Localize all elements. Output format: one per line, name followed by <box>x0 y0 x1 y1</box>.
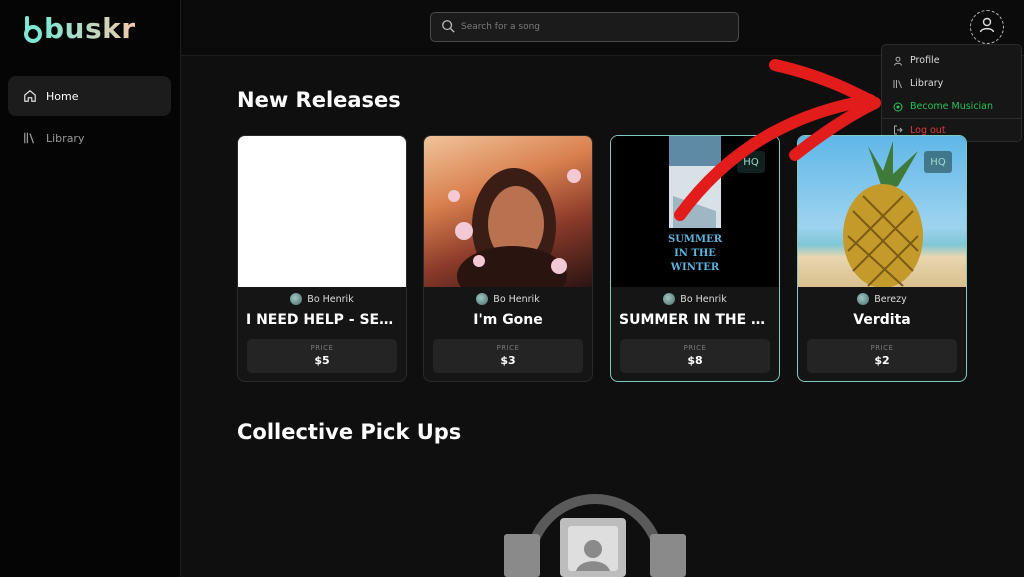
hq-badge: HQ <box>924 151 952 173</box>
price-box[interactable]: PRICE $8 <box>620 339 770 373</box>
release-card[interactable]: HQ Berezy Verdita PRICE $2 <box>797 135 967 382</box>
cover-image <box>238 136 406 287</box>
price-value: $3 <box>500 354 516 367</box>
card-artist[interactable]: Bo Henrik <box>611 293 779 305</box>
menu-item-label: Log out <box>910 124 946 136</box>
artist-name: Berezy <box>874 293 907 305</box>
artist-name: Bo Henrik <box>680 293 727 305</box>
price-box[interactable]: PRICE $2 <box>807 339 957 373</box>
card-artist[interactable]: Bo Henrik <box>424 293 592 305</box>
menu-item-library[interactable]: Library <box>882 72 1021 95</box>
sidebar-item-library[interactable]: Library <box>8 118 171 158</box>
library-icon <box>22 130 38 146</box>
search-bar[interactable] <box>430 12 739 42</box>
artist-avatar <box>476 293 489 305</box>
menu-item-profile[interactable]: Profile <box>882 49 1021 72</box>
artist-name: Bo Henrik <box>493 293 540 305</box>
release-card[interactable]: SUMMER IN THE WINTER HQ Bo Henrik SUMMER… <box>610 135 780 382</box>
section-title-collective-pick-ups: Collective Pick Ups <box>237 420 462 444</box>
home-icon <box>22 88 38 104</box>
menu-item-label: Become Musician <box>910 101 994 112</box>
menu-item-label: Profile <box>910 55 940 66</box>
song-title: I'm Gone <box>473 312 543 328</box>
cover-title-line: IN THE <box>674 248 716 259</box>
sidebar-item-label: Home <box>46 89 79 103</box>
library-icon <box>892 78 904 90</box>
circle-check-icon <box>892 101 904 113</box>
app-root: buskr Home Library Search for a song Pro… <box>0 0 1024 577</box>
price-label: PRICE <box>496 344 520 352</box>
song-title: I NEED HELP - SECRET... <box>246 312 398 328</box>
release-card[interactable]: Bo Henrik I NEED HELP - SECRET... PRICE … <box>237 135 407 382</box>
artist-avatar <box>290 293 303 305</box>
app-name: buskr <box>44 12 136 45</box>
price-label: PRICE <box>870 344 894 352</box>
price-label: PRICE <box>683 344 707 352</box>
user-menu-dropdown: Profile Library Become Musician Log out <box>881 44 1022 142</box>
cover-image <box>424 136 592 306</box>
song-title: SUMMER IN THE WINT... <box>619 312 771 328</box>
search-input[interactable] <box>461 22 711 32</box>
price-box[interactable]: PRICE $5 <box>247 339 397 373</box>
sidebar-item-home[interactable]: Home <box>8 76 171 116</box>
section-title-new-releases: New Releases <box>237 88 401 112</box>
card-artist[interactable]: Berezy <box>798 293 966 305</box>
sidebar: buskr Home Library <box>0 0 181 577</box>
price-value: $2 <box>874 354 890 367</box>
song-title: Verdita <box>853 312 911 328</box>
artist-name: Bo Henrik <box>307 293 354 305</box>
artist-avatar <box>663 293 676 305</box>
price-label: PRICE <box>310 344 334 352</box>
card-artist[interactable]: Bo Henrik <box>238 293 406 305</box>
artist-avatar <box>857 293 870 305</box>
search-icon <box>441 18 455 37</box>
price-value: $5 <box>314 354 330 367</box>
menu-item-label: Library <box>910 78 944 89</box>
release-card[interactable]: Bo Henrik I'm Gone PRICE $3 <box>423 135 593 382</box>
sidebar-item-label: Library <box>46 131 85 145</box>
price-box[interactable]: PRICE $3 <box>433 339 583 373</box>
user-icon <box>978 16 996 38</box>
cover-title-line: WINTER <box>670 262 720 273</box>
user-avatar-button[interactable] <box>970 10 1004 44</box>
price-value: $8 <box>687 354 703 367</box>
hq-badge: HQ <box>737 151 765 173</box>
app-logo[interactable]: buskr <box>22 12 136 45</box>
empty-state-illustration <box>500 494 690 577</box>
cover-title-line: SUMMER <box>668 234 723 245</box>
user-icon <box>892 55 904 67</box>
menu-item-become-musician[interactable]: Become Musician <box>882 95 1021 118</box>
logo-icon <box>22 14 44 44</box>
